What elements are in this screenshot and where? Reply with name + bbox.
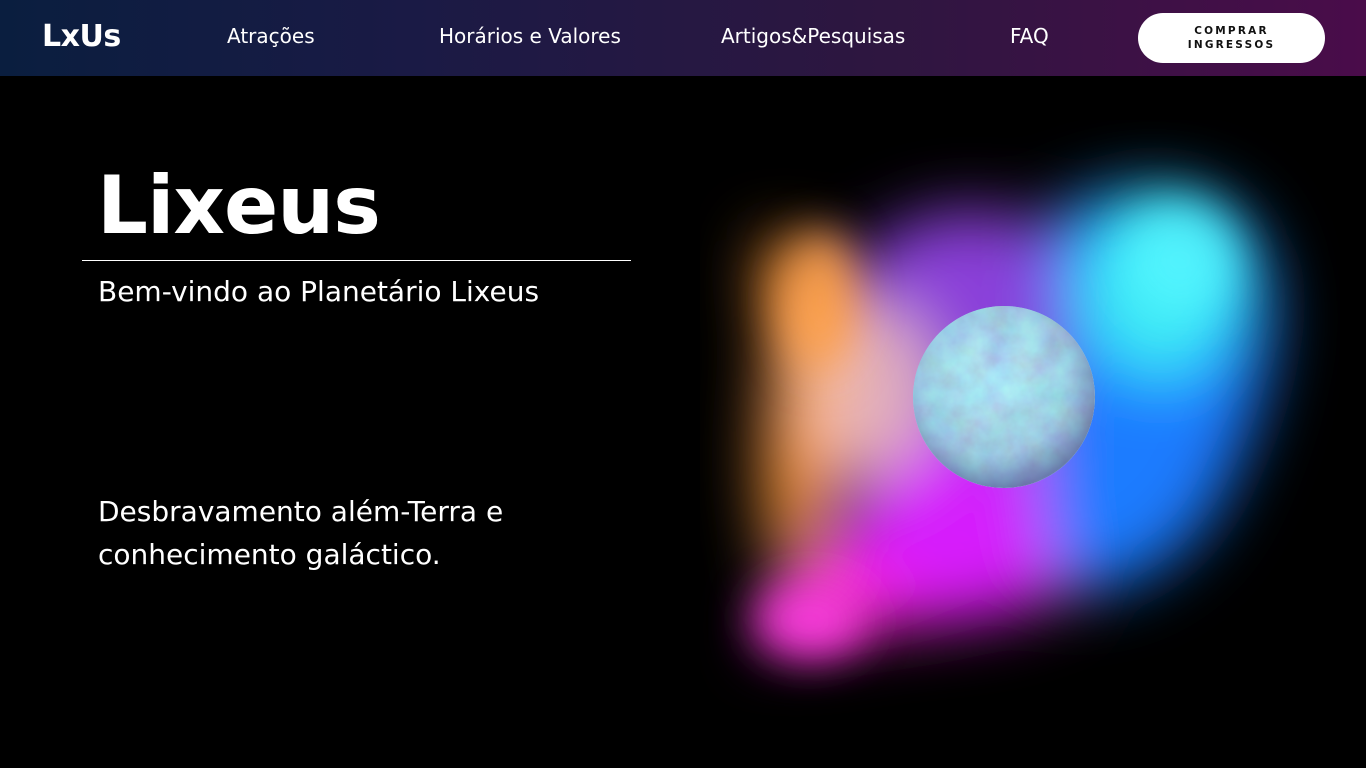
hero-tagline: Desbravamento além-Terra e conhecimento … — [98, 495, 504, 571]
buy-tickets-button[interactable]: COMPRAR INGRESSOS — [1138, 13, 1325, 63]
nebula-svg — [755, 186, 1273, 655]
hero-divider — [82, 260, 631, 261]
planet — [913, 306, 1095, 488]
nav-link-horarios-valores[interactable]: Horários e Valores — [439, 22, 621, 50]
navbar: LxUs Atrações Horários e Valores Artigos… — [0, 0, 1366, 76]
logo[interactable]: LxUs — [42, 18, 121, 56]
hero-subtitle: Bem-vindo ao Planetário Lixeus — [98, 275, 540, 308]
nav-link-artigos-pesquisas[interactable]: Artigos&Pesquisas — [721, 22, 905, 50]
hero-title: Lixeus — [97, 159, 381, 252]
nav-link-faq[interactable]: FAQ — [1010, 22, 1049, 50]
nav-link-atracoes[interactable]: Atrações — [227, 22, 315, 50]
page: LxUs Atrações Horários e Valores Artigos… — [0, 0, 1366, 768]
nebula-planet-illustration — [700, 120, 1340, 720]
